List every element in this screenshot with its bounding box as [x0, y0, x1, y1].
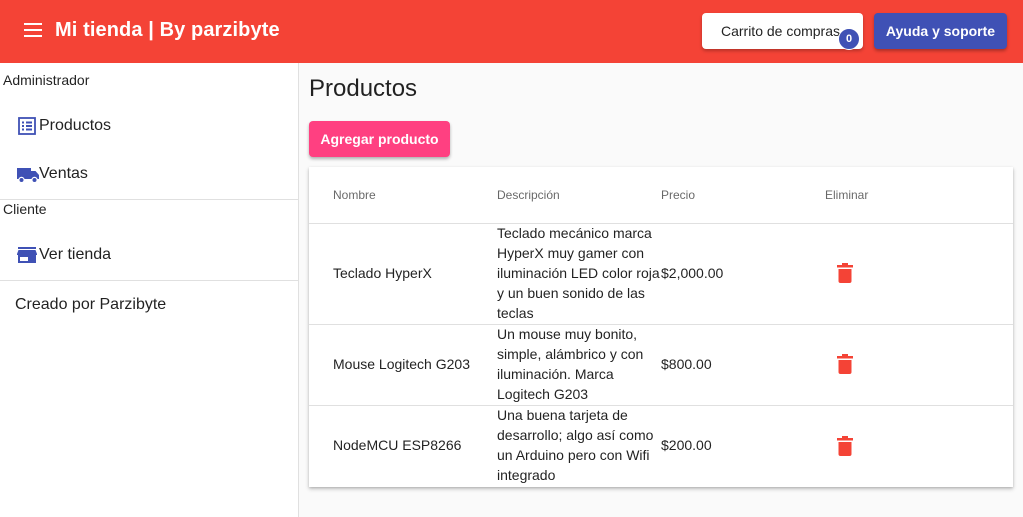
trash-icon [837, 436, 853, 456]
app-bar: Mi tienda | By parzibyte Carrito de comp… [0, 0, 1023, 63]
column-header-nombre: Nombre [333, 188, 376, 202]
sidebar-divider [0, 199, 298, 200]
subheader-admin: Administrador [3, 72, 90, 88]
cell-price: $2,000.00 [661, 265, 724, 281]
sidebar: Administrador Productos Ventas Cliente V… [0, 63, 299, 517]
trash-icon [837, 263, 853, 283]
cart-button-label: Carrito de compras [720, 23, 841, 39]
column-header-eliminar: Eliminar [825, 188, 869, 202]
delete-button[interactable] [832, 351, 858, 377]
add-product-button[interactable]: Agregar producto [309, 121, 450, 157]
table-row: Teclado HyperX Teclado mecánico marca Hy… [309, 223, 1013, 324]
menu-icon[interactable] [22, 20, 46, 42]
column-header-descripcion: Descripción [497, 188, 560, 202]
credit-text: Creado por Parzibyte [15, 296, 167, 313]
delete-button[interactable] [832, 260, 858, 286]
cart-count-badge: 0 [838, 28, 860, 50]
sidebar-item-label: Ver tienda [39, 246, 112, 263]
cell-name: Teclado HyperX [333, 265, 432, 281]
truck-icon [16, 163, 39, 185]
table-row: NodeMCU ESP8266 Una buena tarjeta de des… [309, 405, 1013, 487]
cell-name: NodeMCU ESP8266 [333, 437, 462, 453]
sidebar-item-productos[interactable]: Productos [0, 104, 298, 148]
trash-icon [837, 354, 853, 374]
cell-description: Una buena tarjeta de desarrollo; algo as… [497, 407, 654, 483]
column-header-precio: Precio [661, 188, 696, 202]
page-title: Productos [309, 75, 418, 102]
sidebar-divider [0, 280, 298, 281]
app-title: Mi tienda | By parzibyte [55, 19, 280, 41]
help-support-button[interactable]: Ayuda y soporte [874, 13, 1007, 49]
sidebar-item-ventas[interactable]: Ventas [0, 152, 298, 196]
cell-description: Un mouse muy bonito, simple, alámbrico y… [497, 326, 644, 402]
cell-price: $200.00 [661, 437, 712, 453]
store-icon [16, 244, 38, 266]
list-icon [16, 115, 38, 137]
cell-price: $800.00 [661, 356, 712, 372]
cell-name: Mouse Logitech G203 [333, 356, 470, 372]
sidebar-item-label: Productos [39, 117, 112, 134]
table-row: Mouse Logitech G203 Un mouse muy bonito,… [309, 324, 1013, 405]
products-table: Nombre Descripción Precio Eliminar Tecla… [309, 167, 1013, 487]
delete-button[interactable] [832, 433, 858, 459]
sidebar-item-ver-tienda[interactable]: Ver tienda [0, 233, 298, 277]
sidebar-item-label: Ventas [39, 165, 88, 182]
subheader-cliente: Cliente [3, 201, 47, 217]
cell-description: Teclado mecánico marca HyperX muy gamer … [497, 225, 660, 321]
